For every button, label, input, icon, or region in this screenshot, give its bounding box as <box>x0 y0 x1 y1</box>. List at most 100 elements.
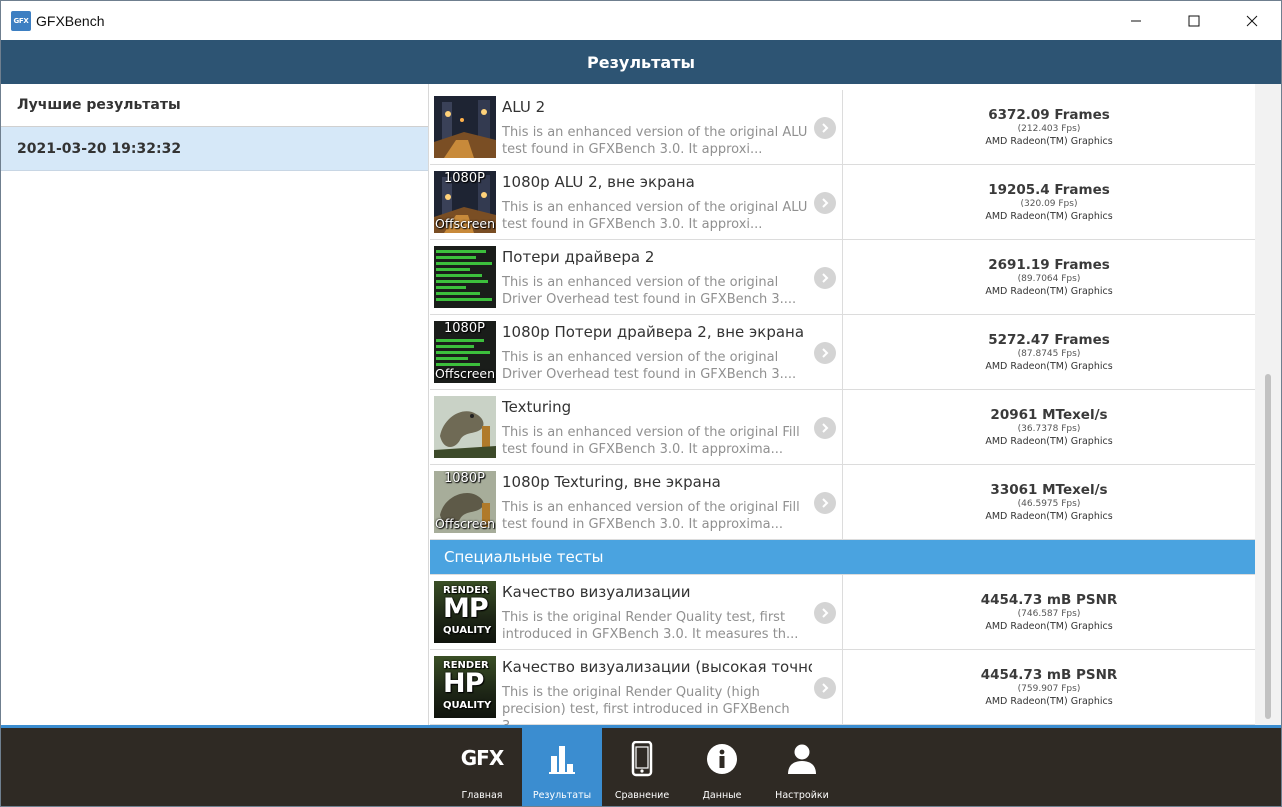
result-row-driver-overhead2[interactable]: Потери драйвера 2 This is an enhanced ve… <box>430 240 1255 315</box>
thumb-resolution-label: 1080P <box>444 471 485 486</box>
page-title: Результаты <box>587 52 695 72</box>
thumb-mode-label: MP <box>443 593 489 624</box>
chevron-right-icon <box>822 498 829 508</box>
test-info: 1080P Offscreen 1080p ALU 2, вне экрана … <box>430 165 843 239</box>
bar-chart-icon <box>546 728 578 780</box>
window-title: GFXBench <box>36 12 105 29</box>
nav-settings[interactable]: Настройки <box>762 728 842 806</box>
chevron-right-icon <box>822 683 829 693</box>
test-description: This is the original Render Quality test… <box>502 610 799 642</box>
test-info: Потери драйвера 2 This is an enhanced ve… <box>430 240 843 314</box>
test-thumbnail <box>434 396 496 458</box>
texturing-scene-image <box>434 396 496 458</box>
result-gpu: AMD Radeon(TM) Graphics <box>985 511 1113 522</box>
alu-scene-image <box>434 96 496 158</box>
chevron-right-icon <box>822 423 829 433</box>
details-button[interactable] <box>814 492 836 514</box>
test-result: 20961 MTexel/s (36.7378 Fps) AMD Radeon(… <box>843 390 1255 464</box>
details-button[interactable] <box>814 117 836 139</box>
info-icon <box>706 728 738 780</box>
result-gpu: AMD Radeon(TM) Graphics <box>985 136 1113 147</box>
driver-scene-image <box>434 246 496 308</box>
result-row-driver-overhead2-offscreen[interactable]: 1080P Offscreen 1080p Потери драйвера 2,… <box>430 315 1255 390</box>
nav-data-label: Данные <box>702 790 742 801</box>
nav-data[interactable]: Данные <box>682 728 762 806</box>
minimize-button[interactable] <box>1107 1 1165 40</box>
nav-compare[interactable]: Сравнение <box>602 728 682 806</box>
result-row-render-quality[interactable]: RENDER MP QUALITY Качество визуализации … <box>430 575 1255 650</box>
test-thumbnail: 1080P Offscreen <box>434 321 496 383</box>
maximize-button[interactable] <box>1165 1 1223 40</box>
maximize-icon <box>1188 15 1200 26</box>
scrollbar-thumb[interactable] <box>1265 374 1271 719</box>
test-description: This is an enhanced version of the origi… <box>502 125 808 157</box>
page-header: Результаты <box>1 40 1281 84</box>
test-description: This is an enhanced version of the origi… <box>502 275 797 307</box>
result-row-texturing-offscreen[interactable]: 1080P Offscreen 1080p Texturing, вне экр… <box>430 465 1255 540</box>
chevron-right-icon <box>822 123 829 133</box>
result-row-alu2[interactable]: ALU 2 This is an enhanced version of the… <box>430 90 1255 165</box>
thumb-resolution-label: 1080P <box>444 321 485 336</box>
title-bar: GFX GFXBench <box>1 1 1281 40</box>
thumb-mode-label: HP <box>443 668 484 699</box>
results-panel: ALU 2 This is an enhanced version of the… <box>430 84 1281 725</box>
result-gpu: AMD Radeon(TM) Graphics <box>985 436 1113 447</box>
test-result: 5272.47 Frames (87.8745 Fps) AMD Radeon(… <box>843 315 1255 389</box>
chevron-right-icon <box>822 198 829 208</box>
close-button[interactable] <box>1223 1 1281 40</box>
test-description: This is the original Render Quality (hig… <box>502 685 790 725</box>
minimize-icon <box>1131 20 1141 21</box>
test-name: 1080p Texturing, вне экрана <box>502 473 721 491</box>
nav-compare-label: Сравнение <box>614 790 670 801</box>
user-icon <box>787 728 817 780</box>
result-gpu: AMD Radeon(TM) Graphics <box>985 286 1113 297</box>
result-score: 5272.47 Frames <box>988 332 1110 348</box>
result-score: 20961 MTexel/s <box>990 407 1108 423</box>
phone-icon <box>630 728 654 780</box>
test-name: Качество визуализации <box>502 583 691 601</box>
result-row-render-quality-high-precision[interactable]: RENDER HP QUALITY Качество визуализации … <box>430 650 1255 725</box>
result-gpu: AMD Radeon(TM) Graphics <box>985 621 1113 632</box>
best-results-heading[interactable]: Лучшие результаты <box>1 84 428 127</box>
test-info: RENDER HP QUALITY Качество визуализации … <box>430 650 843 725</box>
details-button[interactable] <box>814 677 836 699</box>
result-fps: (36.7378 Fps) <box>1017 424 1081 434</box>
result-gpu: AMD Radeon(TM) Graphics <box>985 211 1113 222</box>
nav-results[interactable]: Результаты <box>522 728 602 806</box>
details-button[interactable] <box>814 342 836 364</box>
result-fps: (320.09 Fps) <box>1020 199 1078 209</box>
result-gpu: AMD Radeon(TM) Graphics <box>985 361 1113 372</box>
result-score: 33061 MTexel/s <box>990 482 1108 498</box>
test-result: 4454.73 mB PSNR (759.907 Fps) AMD Radeon… <box>843 650 1255 724</box>
result-row-alu2-offscreen[interactable]: 1080P Offscreen 1080p ALU 2, вне экрана … <box>430 165 1255 240</box>
nav-home[interactable]: GFX Главная <box>442 728 522 806</box>
sidebar-item-result-session[interactable]: 2021-03-20 19:32:32 <box>1 127 428 171</box>
chevron-right-icon <box>822 608 829 618</box>
test-name: 1080p ALU 2, вне экрана <box>502 173 695 191</box>
test-thumbnail: RENDER MP QUALITY <box>434 581 496 643</box>
details-button[interactable] <box>814 267 836 289</box>
test-thumbnail: RENDER HP QUALITY <box>434 656 496 718</box>
test-name: Потери драйвера 2 <box>502 248 655 266</box>
result-row-texturing[interactable]: Texturing This is an enhanced version of… <box>430 390 1255 465</box>
test-name: Texturing <box>502 398 572 416</box>
results-list: ALU 2 This is an enhanced version of the… <box>430 90 1255 725</box>
test-thumbnail: 1080P Offscreen <box>434 471 496 533</box>
close-icon <box>1246 15 1258 26</box>
test-thumbnail <box>434 246 496 308</box>
gfx-logo-icon: GFX <box>460 746 504 770</box>
result-fps: (212.403 Fps) <box>1017 124 1081 134</box>
result-fps: (89.7064 Fps) <box>1017 274 1081 284</box>
result-gpu: AMD Radeon(TM) Graphics <box>985 696 1113 707</box>
thumb-resolution-label: 1080P <box>444 171 485 186</box>
test-description: This is an enhanced version of the origi… <box>502 425 800 457</box>
test-name: ALU 2 <box>502 98 546 116</box>
results-scrollbar[interactable] <box>1255 84 1281 725</box>
test-info: 1080P Offscreen 1080p Потери драйвера 2,… <box>430 315 843 389</box>
details-button[interactable] <box>814 602 836 624</box>
section-special-tests: Специальные тесты <box>430 540 1255 575</box>
test-description: This is an enhanced version of the origi… <box>502 350 797 382</box>
details-button[interactable] <box>814 192 836 214</box>
details-button[interactable] <box>814 417 836 439</box>
nav-home-label: Главная <box>461 790 503 801</box>
